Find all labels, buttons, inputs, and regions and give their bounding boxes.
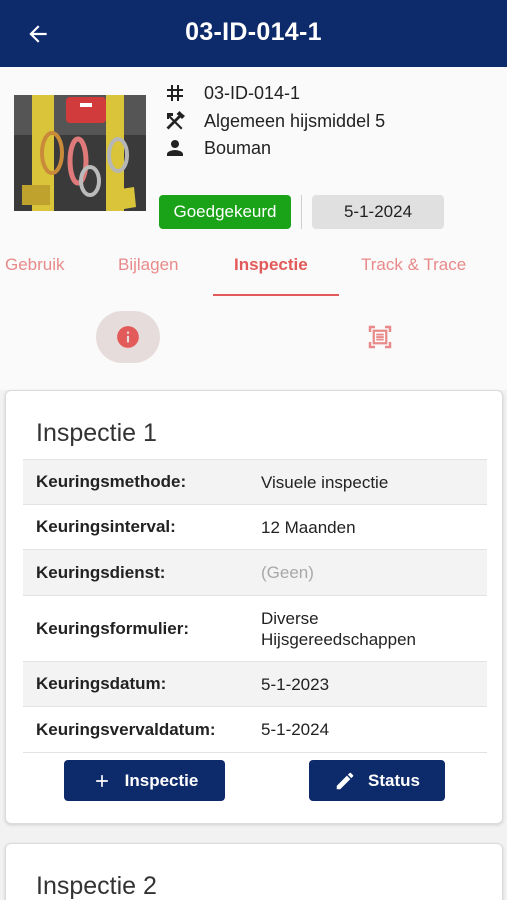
field-label: Keuringsformulier: xyxy=(36,618,190,638)
info-icon xyxy=(117,326,139,348)
add-inspection-button[interactable]: Inspectie xyxy=(64,760,225,801)
tab-track-trace[interactable]: Track & Trace xyxy=(361,255,466,275)
hash-icon xyxy=(161,81,189,105)
field-label: Keuringsdatum: xyxy=(36,674,167,693)
field-value: 5-1-2023 xyxy=(261,674,330,694)
table-row: Keuringsformulier: Diverse Hijsgereedsch… xyxy=(23,595,487,661)
item-owner-row: Bouman xyxy=(161,134,271,162)
info-subtab[interactable] xyxy=(96,311,160,363)
status-button[interactable]: Status xyxy=(309,760,445,801)
item-header: 03-ID-014-1 Algemeen hijsmiddel 5 Bouman… xyxy=(0,67,507,390)
pencil-icon xyxy=(334,770,356,792)
badge-divider xyxy=(301,195,302,229)
inspection-title: Inspectie 1 xyxy=(36,419,157,447)
field-label: Keuringsmethode: xyxy=(36,472,187,491)
table-row: Keuringsdatum: 5-1-2023 xyxy=(23,661,487,706)
page-title: 03-ID-014-1 xyxy=(185,18,322,46)
inspection-card: Inspectie 2 xyxy=(5,843,503,900)
item-description-row: Algemeen hijsmiddel 5 xyxy=(161,107,385,135)
tab-bijlagen[interactable]: Bijlagen xyxy=(118,255,179,275)
field-value: Visuele inspectie xyxy=(261,472,389,492)
item-owner: Bouman xyxy=(204,137,272,158)
item-photo[interactable] xyxy=(14,95,146,211)
field-value: 12 Maanden xyxy=(261,517,356,537)
inspection-title: Inspectie 2 xyxy=(36,872,157,900)
inspection-card: Inspectie 1 Keuringsmethode: Visuele ins… xyxy=(5,390,503,824)
item-description: Algemeen hijsmiddel 5 xyxy=(204,110,386,131)
app-bar: 03-ID-014-1 xyxy=(0,0,507,67)
table-row: Keuringsdienst: (Geen) xyxy=(23,549,487,595)
active-tab-indicator xyxy=(213,294,339,296)
field-value: 5-1-2024 xyxy=(261,720,330,739)
tools-icon xyxy=(161,109,189,133)
field-value: Diverse Hijsgereedschappen xyxy=(261,608,416,649)
date-badge: 5-1-2024 xyxy=(312,195,444,229)
document-scan-icon xyxy=(368,325,392,349)
status-badge: Goedgekeurd xyxy=(159,195,291,229)
plus-icon xyxy=(91,770,113,792)
field-value: (Geen) xyxy=(261,563,314,582)
person-icon xyxy=(161,136,189,160)
table-row: Keuringsinterval: 12 Maanden xyxy=(23,504,487,549)
tab-inspectie[interactable]: Inspectie xyxy=(234,255,308,275)
field-label: Keuringsvervaldatum: xyxy=(36,719,216,739)
tab-gebruik[interactable]: Gebruik xyxy=(5,255,65,275)
document-scan-subtab[interactable] xyxy=(362,319,398,355)
field-label: Keuringsdienst: xyxy=(36,562,166,582)
item-id-row: 03-ID-014-1 xyxy=(161,79,300,107)
table-row: Keuringsvervaldatum: 5-1-2024 xyxy=(23,706,487,752)
field-label: Keuringsinterval: xyxy=(36,517,176,536)
status-button-label: Status xyxy=(368,770,420,790)
table-bottom-border xyxy=(23,752,487,753)
harness-image xyxy=(14,95,146,211)
table-row: Keuringsmethode: Visuele inspectie xyxy=(23,459,487,504)
add-inspection-label: Inspectie xyxy=(124,770,199,790)
item-id: 03-ID-014-1 xyxy=(204,82,301,103)
